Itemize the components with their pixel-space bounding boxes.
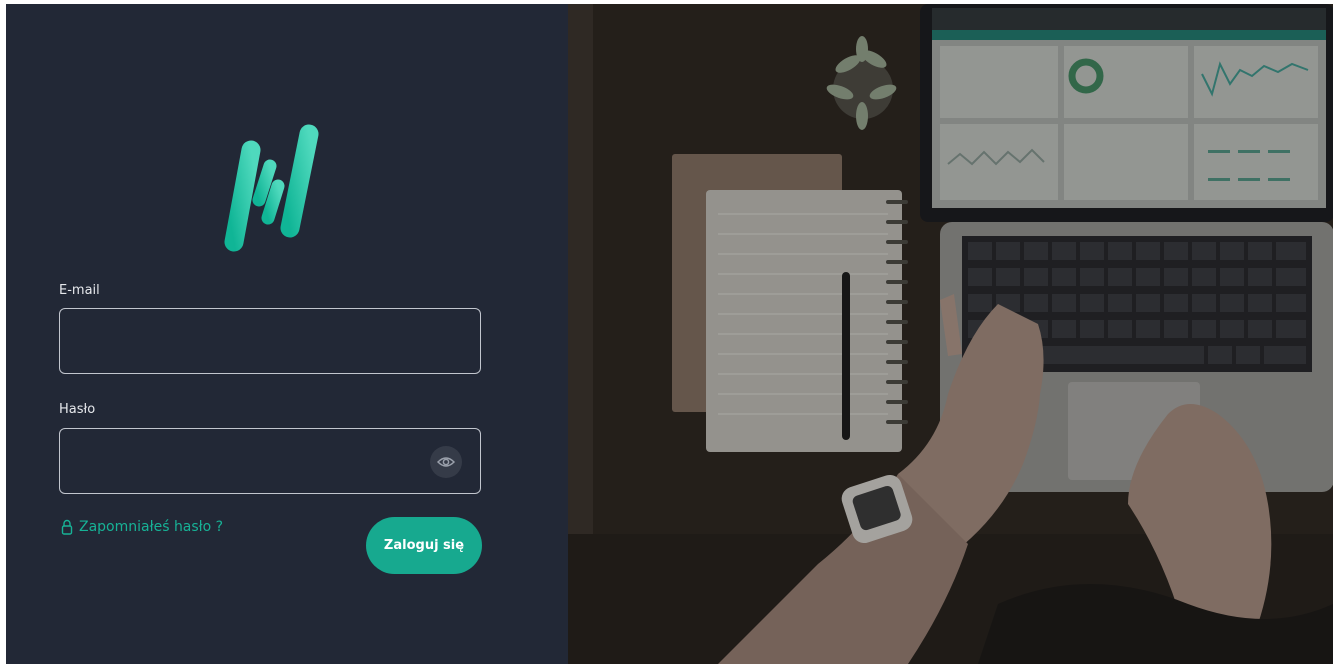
email-label: E-mail [59,283,100,298]
forgot-password-label: Zapomniałeś hasło ? [79,519,224,535]
eye-icon [437,457,455,467]
page: E-mail Hasło Zapomniałeś hasło ? Zaloguj… [6,4,1333,664]
email-field[interactable] [59,308,481,374]
lock-icon [61,519,73,535]
forgot-password-link[interactable]: Zapomniałeś hasło ? [61,519,223,535]
login-panel: E-mail Hasło Zapomniałeś hasło ? Zaloguj… [6,4,568,664]
login-button[interactable]: Zaloguj się [366,517,482,574]
hero-photo [568,4,1333,664]
toggle-password-visibility-button[interactable] [430,446,462,478]
password-label: Hasło [59,402,96,417]
password-field[interactable] [59,428,481,494]
brand-logo-icon [214,122,326,256]
